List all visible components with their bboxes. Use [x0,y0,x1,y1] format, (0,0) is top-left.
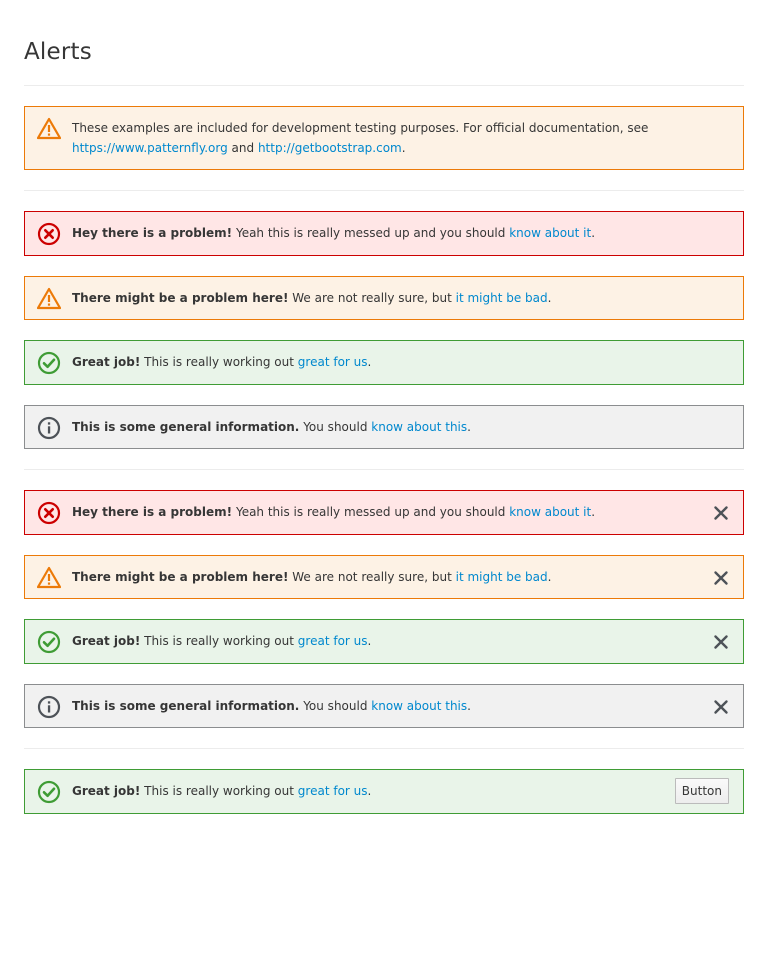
know-about-this-link[interactable]: know about this [371,699,467,713]
alert-strong: Hey there is a problem! [72,505,233,519]
success-alert-text: Great job! This is really working out gr… [72,784,372,798]
alert-strong: There might be a problem here! [72,291,289,305]
close-icon[interactable] [712,633,730,651]
warning-alert-text: There might be a problem here! We are no… [72,570,552,584]
error-circle-icon [37,501,61,525]
alerts-page: Alerts These examples are included for d… [0,0,768,953]
intro-warning-alert: These examples are included for developm… [24,106,744,170]
divider [24,748,744,749]
alert-strong: Hey there is a problem! [72,226,233,240]
close-icon[interactable] [712,698,730,716]
dismissable-warning-alert: There might be a problem here! We are no… [24,555,744,599]
info-alert: This is some general information. You sh… [24,405,744,449]
dismissable-danger-alert: Hey there is a problem! Yeah this is rea… [24,490,744,535]
success-check-circle-icon [37,630,61,654]
success-alert-with-action: Great job! This is really working out gr… [24,769,744,814]
dismissable-success-alert: Great job! This is really working out gr… [24,619,744,664]
close-icon[interactable] [712,504,730,522]
warning-alert: There might be a problem here! We are no… [24,276,744,320]
info-circle-icon [37,695,61,719]
know-about-it-link[interactable]: know about it [509,226,591,240]
alert-action-button[interactable]: Button [674,778,729,804]
know-about-this-link[interactable]: know about this [371,420,467,434]
divider [24,85,744,86]
alert-strong: There might be a problem here! [72,570,289,584]
close-icon[interactable] [712,569,730,587]
warning-alert-text: There might be a problem here! We are no… [72,291,552,305]
success-alert-text: Great job! This is really working out gr… [72,355,372,369]
bootstrap-link[interactable]: http://getbootstrap.com [258,141,402,155]
great-for-us-link[interactable]: great for us [298,355,368,369]
warning-triangle-icon [37,566,61,590]
might-be-bad-link[interactable]: it might be bad [456,291,548,305]
page-title: Alerts [24,39,92,65]
dismissable-info-alert: This is some general information. You sh… [24,684,744,728]
divider [24,190,744,191]
alert-strong: Great job! [72,634,141,648]
intro-text-1: These examples are included for developm… [72,121,649,135]
know-about-it-link[interactable]: know about it [509,505,591,519]
divider [24,469,744,470]
intro-text: These examples are included for developm… [72,121,649,155]
success-check-circle-icon [37,780,61,804]
success-alert-text: Great job! This is really working out gr… [72,634,372,648]
warning-triangle-icon [37,117,61,141]
info-alert-text: This is some general information. You sh… [72,420,471,434]
error-circle-icon [37,222,61,246]
alert-strong: Great job! [72,784,141,798]
info-alert-text: This is some general information. You sh… [72,699,471,713]
alert-strong: Great job! [72,355,141,369]
danger-alert-text: Hey there is a problem! Yeah this is rea… [72,226,596,240]
success-check-circle-icon [37,351,61,375]
great-for-us-link[interactable]: great for us [298,784,368,798]
alert-strong: This is some general information. [72,420,300,434]
danger-alert: Hey there is a problem! Yeah this is rea… [24,211,744,256]
alert-strong: This is some general information. [72,699,300,713]
might-be-bad-link[interactable]: it might be bad [456,570,548,584]
info-circle-icon [37,416,61,440]
success-alert: Great job! This is really working out gr… [24,340,744,385]
warning-triangle-icon [37,287,61,311]
danger-alert-text: Hey there is a problem! Yeah this is rea… [72,505,596,519]
intro-and: and [231,141,255,155]
great-for-us-link[interactable]: great for us [298,634,368,648]
patternfly-link[interactable]: https://www.patternfly.org [72,141,228,155]
